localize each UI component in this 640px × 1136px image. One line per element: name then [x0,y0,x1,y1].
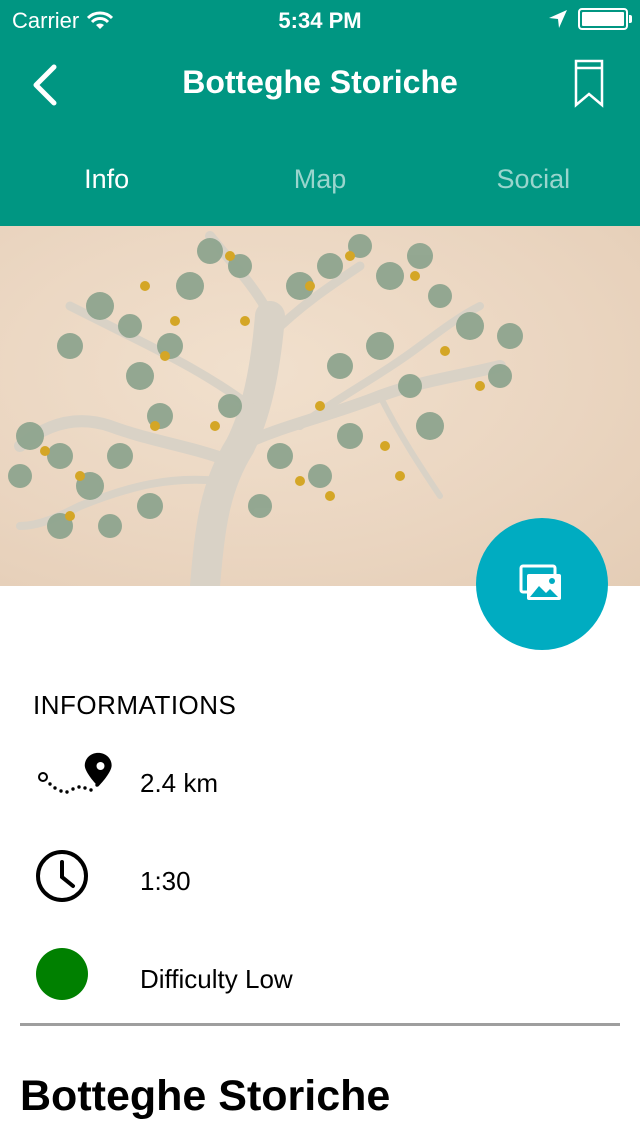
info-row-distance: 2.4 km [0,752,640,812]
status-bar: Carrier 5:34 PM [0,0,640,40]
bookmark-button[interactable] [572,58,606,108]
distance-value: 2.4 km [140,768,219,798]
tab-social[interactable]: Social [427,150,640,210]
back-button[interactable] [26,60,66,110]
info-row-duration: 1:30 [0,850,640,910]
clock-icon [33,850,113,910]
tab-info[interactable]: Info [0,150,213,210]
gallery-button[interactable] [476,518,608,650]
page-title: Botteghe Storiche [182,64,458,100]
difficulty-indicator-icon [33,948,113,1008]
chevron-left-icon [33,64,57,106]
battery-icon [578,8,632,30]
difficulty-value: Difficulty Low [140,964,293,994]
app-header: Carrier 5:34 PM Botteghe Storiche Info M… [0,0,640,226]
info-row-difficulty: Difficulty Low [0,948,640,1008]
tab-bar: Info Map Social [0,150,640,210]
bookmark-icon [574,59,604,108]
section-title-informations: INFORMATIONS [33,690,237,720]
duration-value: 1:30 [140,866,191,896]
route-icon [33,752,113,812]
location-arrow-icon [549,10,567,28]
status-right [548,8,632,30]
status-time: 5:34 PM [278,8,362,33]
gallery-icon [519,564,561,600]
divider [20,1023,620,1026]
tab-map[interactable]: Map [213,150,426,210]
detail-title: Botteghe Storiche [20,1072,391,1120]
